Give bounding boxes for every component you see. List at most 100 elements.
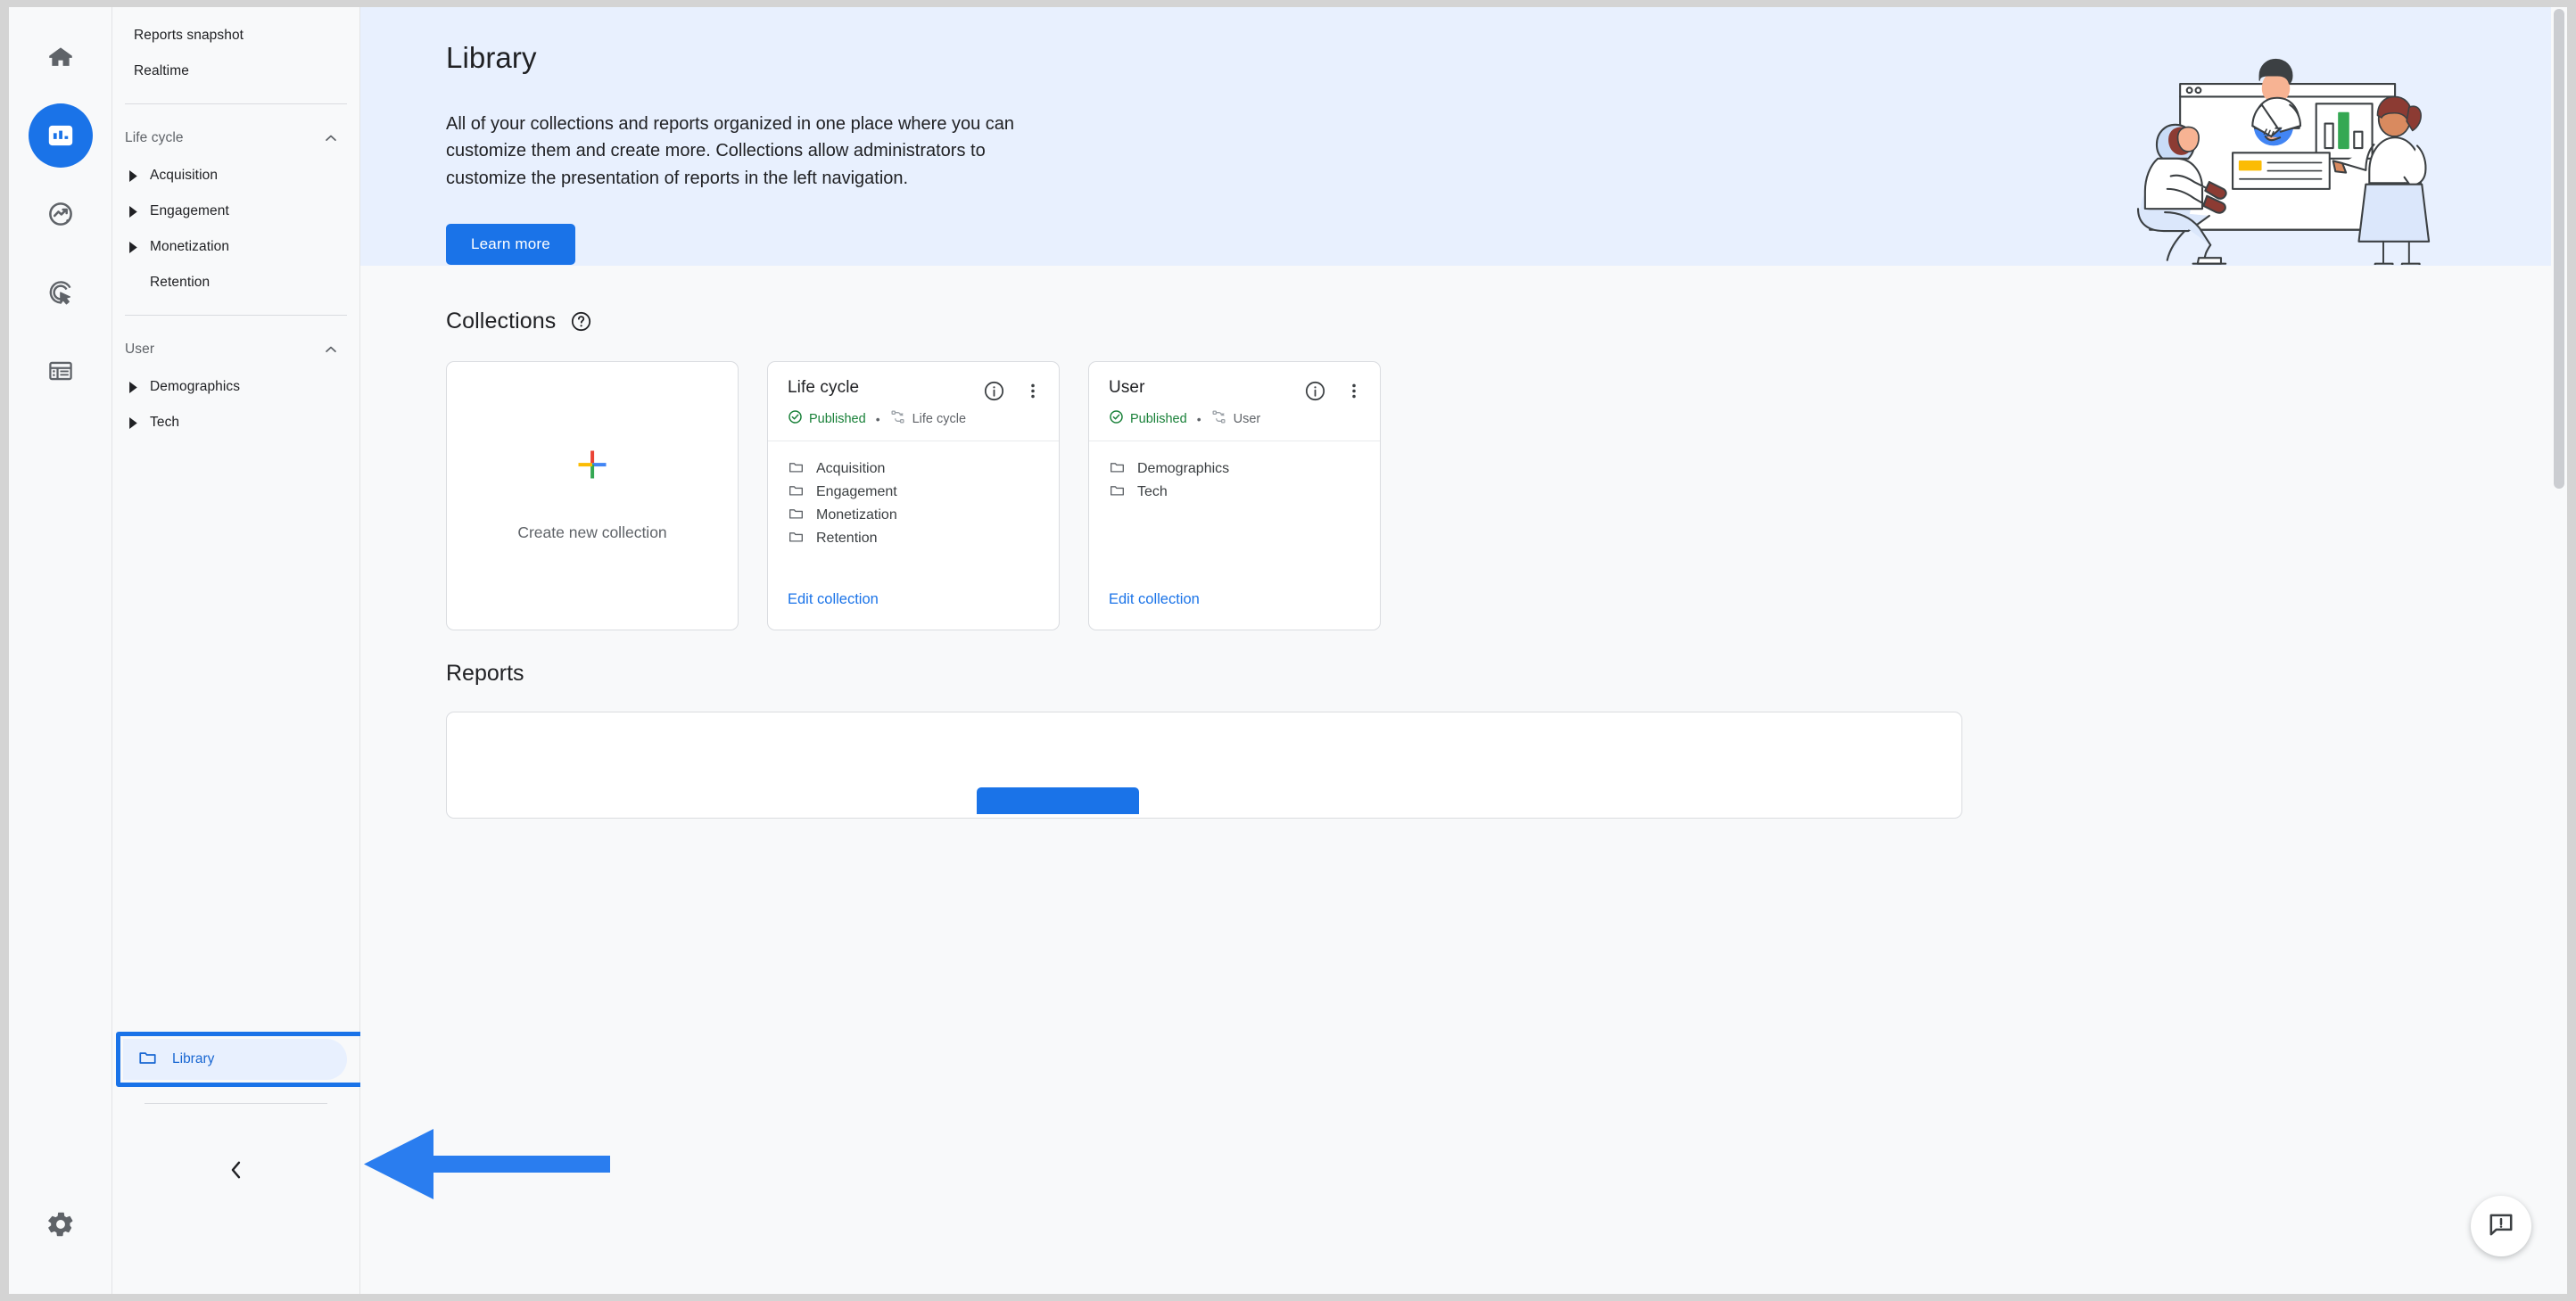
folder-label: Retention (816, 531, 878, 546)
folder-label: Monetization (816, 507, 897, 523)
create-new-collection-card[interactable]: Create new collection (446, 361, 739, 630)
collection-card-user: User Published • User Demographics Tech … (1088, 361, 1381, 630)
nav-scroll-area: Reports snapshot Realtime Life cycle Acq… (112, 7, 359, 441)
status-badge: Published (788, 409, 866, 428)
report-card-button[interactable] (977, 787, 1139, 814)
folder-label: Acquisition (816, 461, 886, 476)
meta-separator: • (875, 411, 880, 426)
info-icon[interactable] (1304, 380, 1326, 402)
more-vert-icon[interactable] (1344, 380, 1364, 402)
sidebar-item-label: Monetization (150, 239, 230, 254)
create-collection-label: Create new collection (517, 523, 667, 541)
feedback-speech-bubble-icon (2487, 1210, 2515, 1243)
collection-meta: Published • (1109, 409, 1364, 428)
report-navigation-sidebar: Reports snapshot Realtime Life cycle Acq… (112, 7, 375, 1294)
nav-divider (125, 315, 347, 316)
chevron-left-icon (224, 1157, 249, 1187)
nav-divider (125, 103, 347, 104)
learn-more-button[interactable]: Learn more (446, 224, 575, 266)
meta-separator: • (1196, 411, 1201, 426)
more-vert-icon[interactable] (1023, 380, 1043, 402)
explore-icon (45, 199, 76, 229)
library-list-icon (46, 357, 75, 385)
collections-section-header: Collections (360, 266, 2567, 334)
advertising-icon (45, 277, 76, 308)
info-icon[interactable] (983, 380, 1005, 402)
reports-section-header: Reports (360, 630, 2567, 687)
list-item: Demographics (1109, 457, 1380, 481)
sidebar-item-label: Tech (150, 415, 180, 430)
list-item: Monetization (788, 504, 1059, 527)
card-footer: Edit collection (1089, 591, 1380, 630)
sidebar-item-label: Reports snapshot (134, 28, 244, 43)
folder-icon (788, 528, 805, 549)
caret-right-icon (125, 416, 143, 429)
rail-item-library[interactable] (29, 339, 93, 403)
rail-icon-group (28, 7, 93, 403)
folder-icon (1109, 458, 1126, 480)
status-badge: Published (1109, 409, 1187, 428)
caret-right-icon (125, 241, 143, 253)
nav-group-life-cycle[interactable]: Life cycle (112, 119, 359, 158)
chevron-up-icon (322, 129, 340, 147)
edit-collection-link[interactable]: Edit collection (1109, 591, 1200, 607)
main-scrollbar-thumb[interactable] (2554, 9, 2564, 489)
status-label: Published (809, 411, 866, 426)
topology-icon (890, 409, 905, 428)
sidebar-item-monetization[interactable]: Monetization (112, 229, 345, 265)
folder-icon (788, 458, 805, 480)
edit-collection-link[interactable]: Edit collection (788, 591, 879, 607)
collection-folder-list: Demographics Tech (1089, 441, 1380, 591)
folder-label: Tech (1137, 484, 1168, 499)
card-header: User Published • User (1089, 362, 1380, 441)
collections-title: Collections (446, 309, 557, 333)
main-content-area: Library All of your collections and repo… (360, 7, 2567, 1294)
list-item: Engagement (788, 481, 1059, 504)
chevron-up-icon (322, 341, 340, 358)
report-card-partial[interactable] (446, 712, 1962, 819)
rail-item-home[interactable] (29, 25, 93, 89)
card-footer: Edit collection (768, 591, 1059, 630)
collection-card-life-cycle: Life cycle Published • Life cycle Acquis… (767, 361, 1060, 630)
caret-right-icon (125, 205, 143, 218)
folder-icon (788, 482, 805, 503)
sidebar-item-label: Engagement (150, 203, 229, 218)
primary-icon-rail (9, 7, 112, 1294)
gear-icon (45, 1209, 76, 1239)
send-feedback-button[interactable] (2471, 1196, 2531, 1256)
rail-item-explore[interactable] (29, 182, 93, 246)
library-hero-banner: Library All of your collections and repo… (360, 7, 2567, 266)
sidebar-item-label: Retention (150, 275, 211, 290)
rail-item-advertising[interactable] (29, 260, 93, 325)
sidebar-item-label: Demographics (150, 379, 241, 394)
status-label: Published (1130, 411, 1187, 426)
sidebar-item-label: Acquisition (150, 168, 219, 183)
google-plus-icon (577, 449, 607, 484)
list-item: Retention (788, 527, 1059, 550)
library-illustration (2053, 20, 2517, 266)
rail-bottom-group (9, 1192, 111, 1256)
topology-info: User (1211, 409, 1261, 428)
sidebar-item-acquisition[interactable]: Acquisition (112, 158, 345, 194)
nav-divider (144, 1103, 327, 1104)
folder-icon (788, 505, 805, 526)
sidebar-item-reports-snapshot[interactable]: Reports snapshot (112, 18, 345, 54)
sidebar-item-library[interactable]: Library (123, 1039, 347, 1080)
rail-item-admin[interactable] (29, 1192, 93, 1256)
nav-group-label: User (125, 342, 155, 357)
caret-right-icon (125, 169, 143, 182)
sidebar-item-tech[interactable]: Tech (112, 405, 345, 441)
rail-item-reports[interactable] (28, 103, 93, 168)
home-icon (45, 42, 76, 72)
list-item: Acquisition (788, 457, 1059, 481)
sidebar-item-engagement[interactable]: Engagement (112, 194, 345, 229)
sidebar-item-demographics[interactable]: Demographics (112, 369, 345, 405)
collapse-navigation-button[interactable] (112, 1157, 359, 1187)
sidebar-item-realtime[interactable]: Realtime (112, 54, 345, 89)
main-scrollbar-track[interactable] (2551, 7, 2567, 1294)
topology-label: Life cycle (912, 411, 967, 426)
topology-label: User (1233, 411, 1261, 426)
help-circle-icon[interactable] (570, 310, 592, 333)
nav-group-user[interactable]: User (112, 330, 359, 369)
sidebar-item-retention[interactable]: Retention (112, 265, 345, 301)
